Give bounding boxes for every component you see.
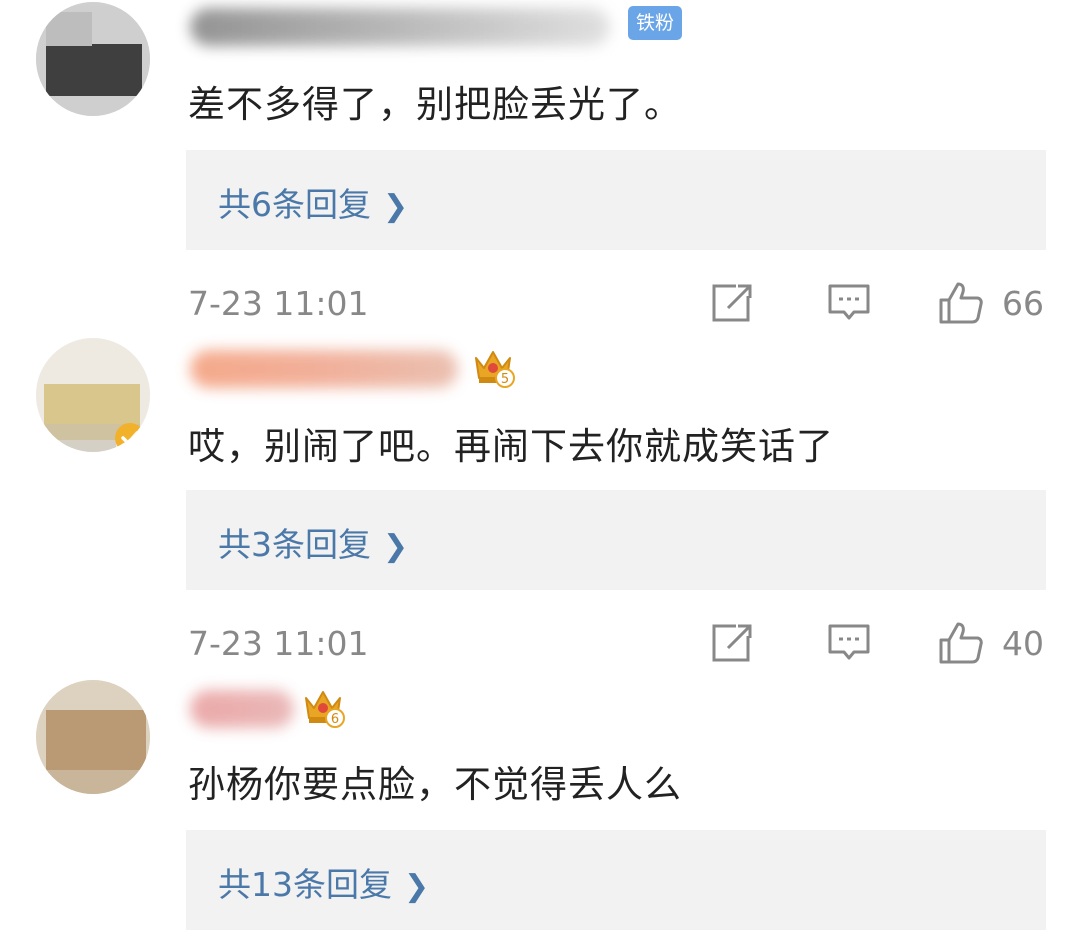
timestamp: 7-23 11:01 (188, 624, 369, 663)
crown-icon: 5 (475, 351, 515, 388)
chevron-right-icon: ❯ (383, 529, 409, 564)
verified-icon (115, 423, 145, 452)
thumbs-up-icon[interactable] (938, 280, 984, 326)
reply-box[interactable]: 共3条回复 ❯ (186, 490, 1046, 590)
comment-icon[interactable] (826, 280, 872, 326)
comment-text: 哎，别闹了吧。再闹下去你就成笑话了 (188, 425, 834, 468)
comment-text: 孙杨你要点脸，不觉得丢人么 (188, 763, 682, 806)
view-replies-link[interactable]: 共6条回复 ❯ (218, 178, 408, 226)
timestamp: 7-23 11:01 (188, 284, 369, 323)
reply-box[interactable]: 共6条回复 ❯ (186, 150, 1046, 250)
username-redacted[interactable] (190, 8, 610, 46)
share-icon[interactable] (710, 620, 756, 666)
crown-icon: 6 (305, 691, 345, 728)
svg-text:5: 5 (501, 372, 509, 387)
username-redacted[interactable] (190, 350, 458, 388)
like-count: 40 (1002, 624, 1044, 663)
comment-text: 差不多得了，别把脸丢光了。 (188, 83, 682, 126)
chevron-right-icon: ❯ (404, 869, 430, 904)
share-icon[interactable] (710, 280, 756, 326)
comment-icon[interactable] (826, 620, 872, 666)
avatar[interactable] (36, 680, 150, 794)
comment-meta: 7-23 11:01 66 (0, 276, 1080, 336)
like-count: 66 (1002, 284, 1044, 323)
thumbs-up-icon[interactable] (938, 620, 984, 666)
username-redacted[interactable] (190, 690, 294, 728)
chevron-right-icon: ❯ (383, 189, 409, 224)
view-replies-link[interactable]: 共13条回复 ❯ (218, 858, 429, 906)
view-replies-link[interactable]: 共3条回复 ❯ (218, 518, 408, 566)
svg-text:6: 6 (331, 712, 339, 727)
avatar[interactable] (36, 338, 150, 452)
fan-badge: 铁粉 (628, 6, 683, 40)
comment-meta: 7-23 11:01 40 (0, 616, 1080, 676)
avatar[interactable] (36, 2, 150, 116)
reply-box[interactable]: 共13条回复 ❯ (186, 830, 1046, 930)
